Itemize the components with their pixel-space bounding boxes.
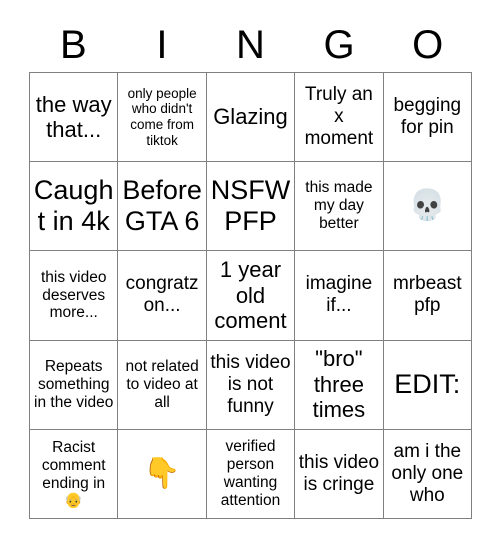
bingo-cell-r5c4[interactable]: this video is cringe bbox=[295, 429, 384, 519]
bingo-cell-r5c2[interactable]: 👇 bbox=[118, 429, 207, 519]
bingo-cell-r2c1[interactable]: Caught in 4k bbox=[30, 162, 119, 252]
header-letter-b: B bbox=[59, 23, 87, 67]
bingo-header-row: B I N G O bbox=[29, 18, 472, 72]
bingo-cell-r4c4[interactable]: "bro" three times bbox=[295, 340, 384, 430]
bingo-cell-label: this made my day better bbox=[305, 179, 373, 233]
bingo-cell-label: only people who didn't come from tiktok bbox=[127, 85, 197, 148]
bingo-cell-label: Before GTA 6 bbox=[122, 174, 202, 237]
bingo-cell-r5c5[interactable]: am i the only one who bbox=[383, 429, 472, 519]
bingo-cell-label: Glazing bbox=[213, 104, 288, 130]
bingo-cell-r3c1[interactable]: this video deserves more... bbox=[30, 251, 119, 341]
bingo-cell-r4c2[interactable]: not related to video at all bbox=[118, 340, 207, 430]
bingo-cell-r1c3[interactable]: Glazing bbox=[206, 73, 296, 163]
bingo-card: B I N G O the way that... only people who… bbox=[0, 0, 500, 544]
bingo-cell-r4c1[interactable]: Repeats something in the video bbox=[30, 340, 119, 430]
bingo-cell-label: this video is not funny bbox=[210, 351, 291, 417]
bingo-cell-r5c3[interactable]: verified person wanting attention bbox=[206, 429, 296, 519]
bingo-cell-label: imagine if... bbox=[305, 273, 373, 317]
header-letter-g: G bbox=[323, 23, 355, 67]
bingo-cell-label: Repeats something in the video bbox=[34, 357, 114, 411]
bingo-cell-label: the way that... bbox=[35, 91, 112, 143]
header-letter-i: I bbox=[156, 23, 168, 67]
bingo-cell-label: mrbeast pfp bbox=[392, 273, 462, 317]
bingo-cell-label: congratz on... bbox=[125, 273, 199, 317]
bingo-cell-r4c3[interactable]: this video is not funny bbox=[206, 340, 296, 430]
bingo-cell-label: "bro" three times bbox=[312, 346, 366, 423]
bingo-grid: the way that... only people who didn't co… bbox=[29, 72, 472, 519]
bingo-cell-r3c3[interactable]: 1 year old coment bbox=[206, 251, 296, 341]
header-letter-o: O bbox=[412, 23, 444, 67]
bingo-cell-r2c4[interactable]: this made my day better bbox=[295, 162, 384, 252]
bingo-cell-label: Caught in 4k bbox=[33, 174, 114, 237]
bingo-cell-r1c5[interactable]: begging for pin bbox=[383, 73, 472, 163]
header-letter-n: N bbox=[236, 23, 265, 67]
bingo-cell-r3c5[interactable]: mrbeast pfp bbox=[383, 251, 472, 341]
bingo-cell-r3c4[interactable]: imagine if... bbox=[295, 251, 384, 341]
bingo-cell-r2c5[interactable]: 💀 bbox=[383, 162, 472, 252]
bingo-cell-label: EDIT: bbox=[394, 369, 461, 400]
bingo-cell-label: am i the only one who bbox=[391, 440, 464, 506]
bingo-cell-label: Truly an x moment bbox=[304, 84, 374, 150]
bingo-cell-label: this video deserves more... bbox=[40, 268, 107, 322]
bingo-cell-label: Racist comment ending in 👴 bbox=[33, 439, 114, 509]
bingo-cell-r3c2[interactable]: congratz on... bbox=[118, 251, 207, 341]
old-man-emoji: 👴 bbox=[64, 491, 84, 509]
bingo-cell-label: verified person wanting attention bbox=[220, 437, 281, 509]
bingo-cell-label: this video is cringe bbox=[298, 451, 380, 495]
bingo-cell-r2c3[interactable]: NSFW PFP bbox=[206, 162, 296, 252]
bingo-cell-label: NSFW PFP bbox=[210, 174, 291, 237]
bingo-cell-r1c2[interactable]: only people who didn't come from tiktok bbox=[118, 73, 207, 163]
bingo-cell-label: 1 year old coment bbox=[214, 257, 287, 334]
bingo-cell-label: begging for pin bbox=[393, 95, 462, 139]
bingo-cell-r1c4[interactable]: Truly an x moment bbox=[295, 73, 384, 163]
skull-emoji: 💀 bbox=[408, 189, 446, 223]
bingo-cell-r1c1[interactable]: the way that... bbox=[30, 73, 119, 163]
bingo-cell-label: not related to video at all bbox=[125, 357, 199, 411]
backhand-index-pointing-down-emoji: 👇 bbox=[143, 456, 181, 490]
bingo-cell-r2c2[interactable]: Before GTA 6 bbox=[118, 162, 207, 252]
bingo-cell-r4c5[interactable]: EDIT: bbox=[383, 340, 472, 430]
bingo-cell-r5c1[interactable]: Racist comment ending in 👴 bbox=[30, 429, 119, 519]
